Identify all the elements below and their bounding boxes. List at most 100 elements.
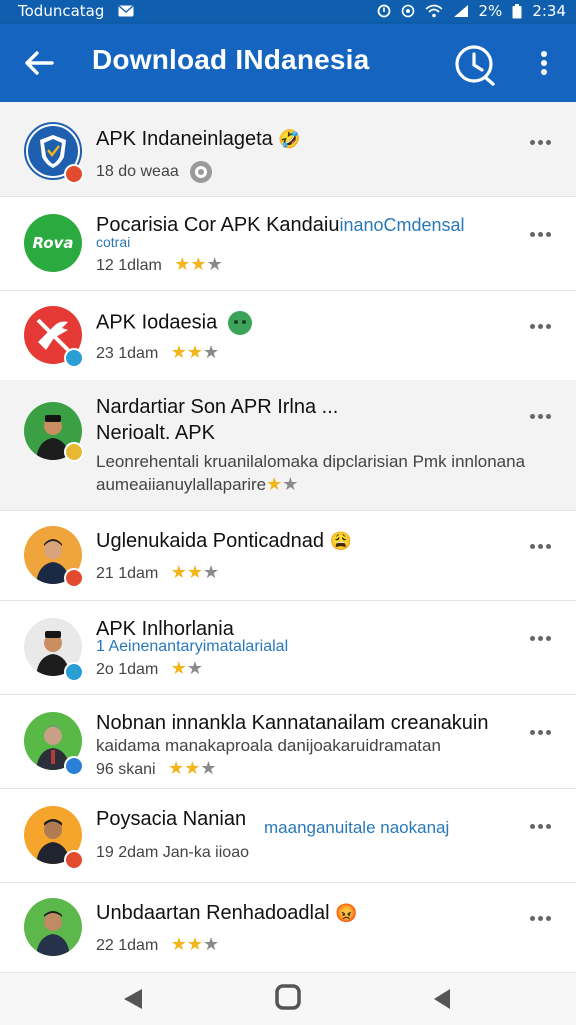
wifi-icon — [424, 4, 443, 18]
badge-8-icon — [190, 161, 213, 183]
item-more-icon[interactable] — [530, 636, 556, 644]
item-title: APK Indaneinlageta 🤣 — [96, 128, 301, 151]
item-title2-text: Nerioalt. APK — [96, 422, 215, 444]
avatar — [24, 898, 82, 956]
history-clock-icon[interactable] — [452, 42, 498, 88]
signal-icon — [453, 5, 468, 17]
item-more-icon[interactable] — [530, 232, 556, 240]
item-title: Poysacia Nanian — [96, 808, 246, 831]
item-title-text: APK Inlhorlania — [96, 618, 234, 640]
star-icon: ★ — [203, 562, 220, 582]
item-title: APK Iodaesia — [96, 310, 253, 336]
app-bar: Download INdanesia — [0, 24, 576, 102]
status-time: 2:34 — [532, 2, 566, 20]
item-title-text: Poysacia Nanian — [96, 808, 247, 830]
item-desc-text: Leonrehentali kruanilalomaka dipclarisia… — [96, 452, 526, 471]
logo-text: Rova — [32, 234, 74, 252]
star-icon: ★ — [170, 342, 187, 362]
emoji-icon: 😡 — [335, 903, 358, 923]
star-icon: ★ — [170, 562, 187, 582]
star-icon: ★ — [266, 474, 283, 494]
star-icon: ★ — [168, 758, 185, 778]
item-meta-text: 21 1dam — [96, 565, 159, 582]
more-vert-icon[interactable] — [530, 48, 558, 78]
item-meta-text: 18 do weaa — [96, 163, 179, 181]
nav-recents-icon[interactable] — [428, 985, 456, 1013]
mail-icon — [118, 5, 134, 17]
item-meta-text: 12 1dlam — [96, 257, 162, 274]
list-item[interactable]: Unbdaartan Renhadoadlal 😡 22 1dam ★★★ — [0, 882, 576, 972]
status-bar: Toduncatag 2% 2:34 — [0, 0, 576, 24]
item-meta: 18 do weaa — [96, 160, 213, 184]
star-icon: ★ — [170, 658, 187, 678]
item-more-icon[interactable] — [530, 414, 556, 422]
item-title-line2: Nerioalt. APK — [96, 422, 215, 445]
item-meta-text: 23 1dam — [96, 345, 159, 362]
item-title-text: Unbdaartan Renhadoadlal — [96, 902, 330, 924]
list-item[interactable]: APK Inlhorlania 1 Aeinenantaryimatalaria… — [0, 600, 576, 695]
item-subtitle: 1 Aeinenantaryimatalarialal — [96, 638, 289, 655]
page-title: Download INdanesia — [92, 44, 370, 75]
alert-badge — [64, 568, 84, 588]
item-more-icon[interactable] — [530, 824, 556, 832]
gold-badge — [64, 442, 84, 462]
item-meta: 96 skani ★★★ — [96, 758, 216, 779]
item-title-text: APK Indaneinlageta — [96, 128, 273, 150]
item-more-icon[interactable] — [530, 916, 556, 924]
list-item[interactable]: Uglenukaida Ponticadnad 😩 21 1dam ★★★ — [0, 510, 576, 601]
item-description: Leonrehentali kruanilalomaka dipclarisia… — [96, 452, 525, 472]
item-more-icon[interactable] — [530, 324, 556, 332]
item-title: Unbdaartan Renhadoadlal 😡 — [96, 902, 358, 925]
item-title-text: Pocarisia Cor APK Kandaiu — [96, 214, 340, 236]
item-description-line2: aumeaiianuylallaparire★★ — [96, 474, 298, 495]
system-nav-bar — [0, 972, 576, 1025]
list-item[interactable]: Nardartiar Son APR Irlna ... Nerioalt. A… — [0, 380, 576, 511]
alarm-icon — [377, 4, 390, 18]
star-icon: ★ — [184, 758, 201, 778]
item-more-icon[interactable] — [530, 140, 556, 148]
item-meta: 12 1dlam ★★★ — [96, 254, 223, 275]
app-logo-rova: Rova — [24, 214, 82, 272]
item-meta: 22 1dam ★★★ — [96, 934, 219, 955]
location-icon — [401, 4, 414, 18]
list-item[interactable]: Rova Pocarisia Cor APK KandaiuinanoCmden… — [0, 196, 576, 291]
item-meta: 21 1dam ★★★ — [96, 562, 219, 583]
emoji-icon: 🤣 — [278, 129, 301, 149]
item-desc-text: kaidama manakaproala danijoakaruidramata… — [96, 736, 441, 755]
item-more-icon[interactable] — [530, 730, 556, 738]
item-meta: 2o 1dam ★★ — [96, 658, 203, 679]
item-title: Pocarisia Cor APK KandaiuinanoCmdensal — [96, 214, 465, 237]
verified-badge — [64, 348, 84, 368]
nav-home-icon[interactable] — [274, 983, 302, 1011]
star-icon: ★ — [186, 934, 203, 954]
item-title-text: APK Iodaesia — [96, 311, 218, 334]
item-meta-text: 19 2dam Jan-ka iioao — [96, 844, 249, 861]
list-item[interactable]: Poysacia Nanian maanganuitale naokanaj 1… — [0, 788, 576, 883]
item-title-extra: maanganuitale naokanaj — [264, 818, 450, 837]
item-meta-text: 2o 1dam — [96, 661, 159, 678]
list-item[interactable]: APK Iodaesia 23 1dam ★★★ — [0, 290, 576, 381]
item-title-text: Nobnan innankla Kannatanailam creanakuin — [96, 712, 489, 734]
item-title-text: Uglenukaida Ponticadnad — [96, 530, 324, 552]
star-icon: ★ — [200, 758, 217, 778]
back-arrow-icon[interactable] — [22, 48, 56, 78]
list-item[interactable]: Nobnan innankla Kannatanailam creanakuin… — [0, 694, 576, 789]
item-desc2-text: aumeaiianuylallaparire — [96, 475, 267, 494]
star-icon: ★ — [170, 934, 187, 954]
star-icon: ★ — [186, 342, 203, 362]
alert-badge — [64, 164, 84, 184]
item-title-text: Nardartiar Son APR Irlna ... — [96, 396, 339, 418]
list-item[interactable]: APK Indaneinlageta 🤣 18 do weaa — [0, 102, 576, 197]
item-meta-text: 96 skani — [96, 761, 156, 778]
item-meta-text: 22 1dam — [96, 937, 159, 954]
item-title: Uglenukaida Ponticadnad 😩 — [96, 530, 352, 553]
alert-badge — [64, 850, 84, 870]
nav-back-icon[interactable] — [118, 985, 148, 1013]
emoji-icon: 😩 — [329, 531, 352, 551]
star-icon: ★ — [206, 254, 223, 274]
item-title-extra: inanoCmdensal — [339, 215, 465, 235]
item-title: Nobnan innankla Kannatanailam creanakuin — [96, 712, 489, 735]
verified-badge — [64, 662, 84, 682]
item-more-icon[interactable] — [530, 544, 556, 552]
status-left-text: Toduncatag — [18, 2, 105, 20]
